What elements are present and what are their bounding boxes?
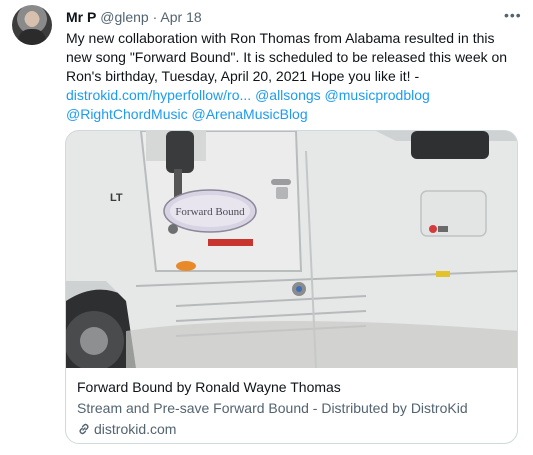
mention-rightchordmusic[interactable]: @RightChordMusic <box>66 106 188 122</box>
mention-allsongs[interactable]: @allsongs <box>255 87 321 103</box>
tweet-text-line-4: distrokid.com/hyperfollow/ro... @allsong… <box>66 86 516 105</box>
link-icon <box>77 422 91 436</box>
card-domain-text: distrokid.com <box>94 421 177 437</box>
card-domain[interactable]: distrokid.com <box>77 421 176 437</box>
tweet-text-line-3: Ron's birthday, Tuesday, April 20, 2021 … <box>66 68 420 84</box>
author-handle[interactable]: @glenp <box>100 9 148 25</box>
more-options-icon[interactable]: ••• <box>504 7 522 23</box>
avatar-body <box>18 29 46 45</box>
tweet-date[interactable]: Apr 18 <box>160 9 201 25</box>
avatar-head <box>25 11 39 27</box>
tweet[interactable]: Mr P @glenp · Apr 18 ••• My new collabor… <box>0 0 533 455</box>
tweet-text-line-5: @RightChordMusic @ArenaMusicBlog <box>66 105 516 124</box>
mention-arenamusicblog[interactable]: @ArenaMusicBlog <box>191 106 307 122</box>
tweet-link[interactable]: distrokid.com/hyperfollow/ro... <box>66 87 251 103</box>
avatar[interactable] <box>12 5 52 45</box>
card-body[interactable]: Forward Bound by Ronald Wayne Thomas Str… <box>66 368 517 443</box>
card-image[interactable]: LT Forward Bound <box>66 131 517 368</box>
tweet-text: My new collaboration with Ron Thomas fro… <box>66 29 516 124</box>
tweet-header: Mr P @glenp · Apr 18 <box>66 8 202 26</box>
truck-brand-badge: LT <box>110 192 123 204</box>
mention-musicprodblog[interactable]: @musicprodblog <box>325 87 430 103</box>
tweet-text-line-1: My new collaboration with Ron Thomas fro… <box>66 30 495 46</box>
card-title[interactable]: Forward Bound by Ronald Wayne Thomas <box>77 379 341 395</box>
tweet-text-line-2: new song "Forward Bound". It is schedule… <box>66 49 508 65</box>
truck-photo: LT Forward Bound <box>66 131 517 368</box>
separator-dot: · <box>152 9 158 25</box>
link-card[interactable]: LT Forward Bound Forward Bound by Ronald… <box>65 130 518 444</box>
card-description[interactable]: Stream and Pre-save Forward Bound - Dist… <box>77 400 468 416</box>
author-name[interactable]: Mr P <box>66 9 96 25</box>
truck-label-text: Forward Bound <box>175 206 245 218</box>
